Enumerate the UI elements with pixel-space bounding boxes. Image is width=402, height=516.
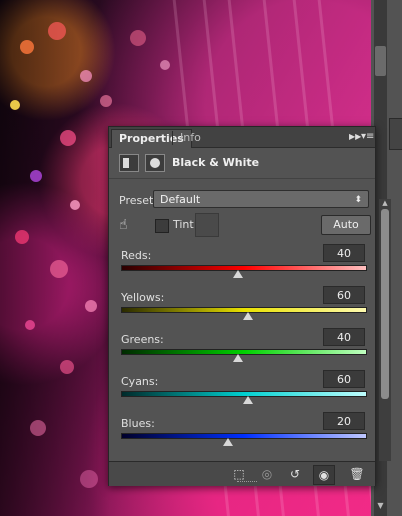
chevron-updown-icon: ⬍ [354,195,362,205]
preset-value: Default [160,193,201,206]
preset-dropdown[interactable]: Default ⬍ [153,190,369,208]
tint-color-swatch[interactable] [195,213,219,237]
visibility-eye-icon[interactable]: ◉ [313,465,335,485]
tint-label: Tint [173,218,194,231]
scroll-fade [109,445,375,461]
scroll-down-arrow-icon[interactable]: ▼ [375,500,386,512]
scroll-up-arrow-icon[interactable]: ▲ [379,199,391,207]
side-dock-button[interactable] [389,118,402,150]
bokeh-light [100,95,112,107]
adjustment-title: Black & White [172,156,260,169]
slider-thumb[interactable] [233,354,244,362]
slider-label: Yellows: [121,291,165,304]
slider-2: Greens: 40 [109,328,375,375]
slider-label: Cyans: [121,375,159,388]
bokeh-light [48,22,66,40]
tint-checkbox[interactable] [155,219,169,233]
slider-gradient-track[interactable] [121,349,367,355]
panel-tab-bar: Properties Info ▶▶ ▾≡ [109,127,375,148]
preset-label: Preset: [119,194,158,207]
resize-grip[interactable] [237,481,257,485]
bokeh-light [30,420,46,436]
view-previous-icon[interactable]: ◎ [257,465,277,483]
panel-vertical-scrollbar[interactable]: ▲ [379,199,391,461]
slider-gradient-track[interactable] [121,433,367,439]
panel-menu-icon[interactable]: ▾≡ [361,130,374,144]
slider-value-field[interactable]: 40 [323,328,365,346]
bokeh-light [25,320,35,330]
panel-scroll-thumb[interactable] [381,209,389,399]
reset-icon[interactable]: ↺ [285,465,305,483]
bokeh-light [50,260,68,278]
slider-thumb[interactable] [233,270,244,278]
slider-thumb[interactable] [242,396,253,404]
canvas-scroll-thumb[interactable] [375,46,386,76]
bokeh-light [85,300,97,312]
trash-icon[interactable]: 🗑 [347,465,367,483]
bokeh-light [10,100,20,110]
slider-value-field[interactable]: 40 [323,244,365,262]
bokeh-light [60,130,76,146]
slider-3: Cyans: 60 [109,370,375,417]
bokeh-light [130,30,146,46]
canvas-shadow [0,0,110,516]
slider-label: Blues: [121,417,155,430]
slider-1: Yellows: 60 [109,286,375,333]
auto-button[interactable]: Auto [321,215,371,235]
tab-info[interactable]: Info [173,129,208,147]
bokeh-light [80,70,92,82]
targeted-adjustment-hand-icon[interactable]: ☝ [119,216,137,234]
bokeh-light [80,470,98,488]
black-white-adjustment-icon[interactable] [119,154,139,172]
slider-value-field[interactable]: 60 [323,286,365,304]
slider-value-field[interactable]: 60 [323,370,365,388]
layer-mask-icon[interactable] [145,154,165,172]
slider-label: Reds: [121,249,152,262]
bokeh-light [15,230,29,244]
properties-panel: Properties Info ▶▶ ▾≡ Black & White Pres… [108,126,391,486]
slider-value-field[interactable]: 20 [323,412,365,430]
bokeh-light [60,360,74,374]
adjustment-header: Black & White [109,148,375,179]
slider-thumb[interactable] [242,312,253,320]
bokeh-light [70,200,80,210]
slider-gradient-track[interactable] [121,265,367,271]
slider-0: Reds: 40 [109,244,375,291]
collapse-panel-icon[interactable]: ▶▶ [349,130,361,144]
bokeh-light [30,170,42,182]
bokeh-light [20,40,34,54]
bokeh-light [160,60,170,70]
slider-label: Greens: [121,333,164,346]
